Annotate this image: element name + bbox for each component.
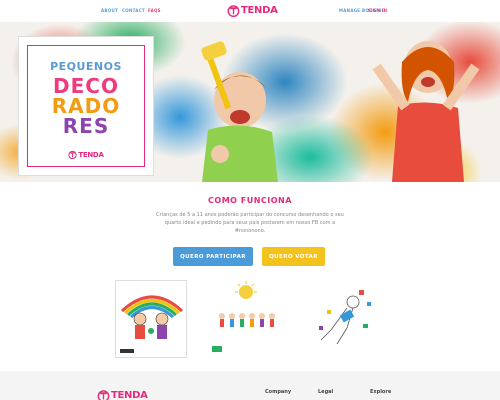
card-title-small: PEQUENOS [50, 60, 122, 73]
card-border: PEQUENOS DECO RADO RES TENDA [27, 45, 145, 167]
brand-name: TENDA [241, 5, 278, 16]
top-nav: ABOUT CONTACT FAQS TENDA MANAGE BOOKING … [0, 0, 500, 22]
drawing-family-rainbow [120, 295, 184, 353]
drawing-sun-people [212, 281, 275, 352]
footer-column-explore: Explore [370, 389, 392, 395]
footer-brand-logo[interactable]: TENDA [97, 389, 148, 400]
nav-link-about[interactable]: ABOUT [101, 8, 118, 13]
card-title-line-1: DECO [53, 74, 119, 98]
paint-roller-icon [68, 150, 78, 159]
drawing-sketch-child [319, 290, 371, 345]
nav-link-contact[interactable]: CONTACT [122, 8, 145, 13]
section-description: Crianças de 5 a 11 anos poderão particip… [156, 212, 344, 234]
footer-column-company: Company [265, 389, 292, 395]
nav-link-faqs[interactable]: FAQS [148, 8, 161, 13]
section-title: COMO FUNCIONA [208, 196, 292, 205]
nav-link-sign-in[interactable]: SIGN IN [368, 8, 387, 13]
card-title-line-2: RADO [51, 94, 121, 118]
hero-kids-illustration [201, 41, 480, 182]
drawing-thumbnail-3[interactable] [307, 280, 379, 358]
drawing-thumbnail-1[interactable] [115, 280, 187, 358]
paint-roller-icon [227, 5, 240, 17]
brand-logo[interactable]: TENDA [227, 4, 278, 17]
footer-column-legal: Legal [318, 389, 334, 395]
hero-banner: PEQUENOS DECO RADO RES TENDA [0, 22, 500, 182]
card-title-line-3: RES [62, 114, 110, 138]
drawing-thumbnail-2[interactable] [210, 280, 282, 358]
footer-brand-name: TENDA [111, 390, 148, 400]
card-brand-name: TENDA [78, 150, 104, 159]
quero-participar-button[interactable]: QUERO PARTICIPAR [173, 247, 253, 266]
footer: TENDA Company Legal Explore [0, 371, 500, 400]
quero-votar-button[interactable]: QUERO VOTAR [262, 247, 325, 266]
paint-roller-icon [97, 390, 110, 400]
pequenos-decoradores-card: PEQUENOS DECO RADO RES TENDA [18, 36, 154, 176]
card-brand-logo: TENDA [28, 150, 144, 159]
